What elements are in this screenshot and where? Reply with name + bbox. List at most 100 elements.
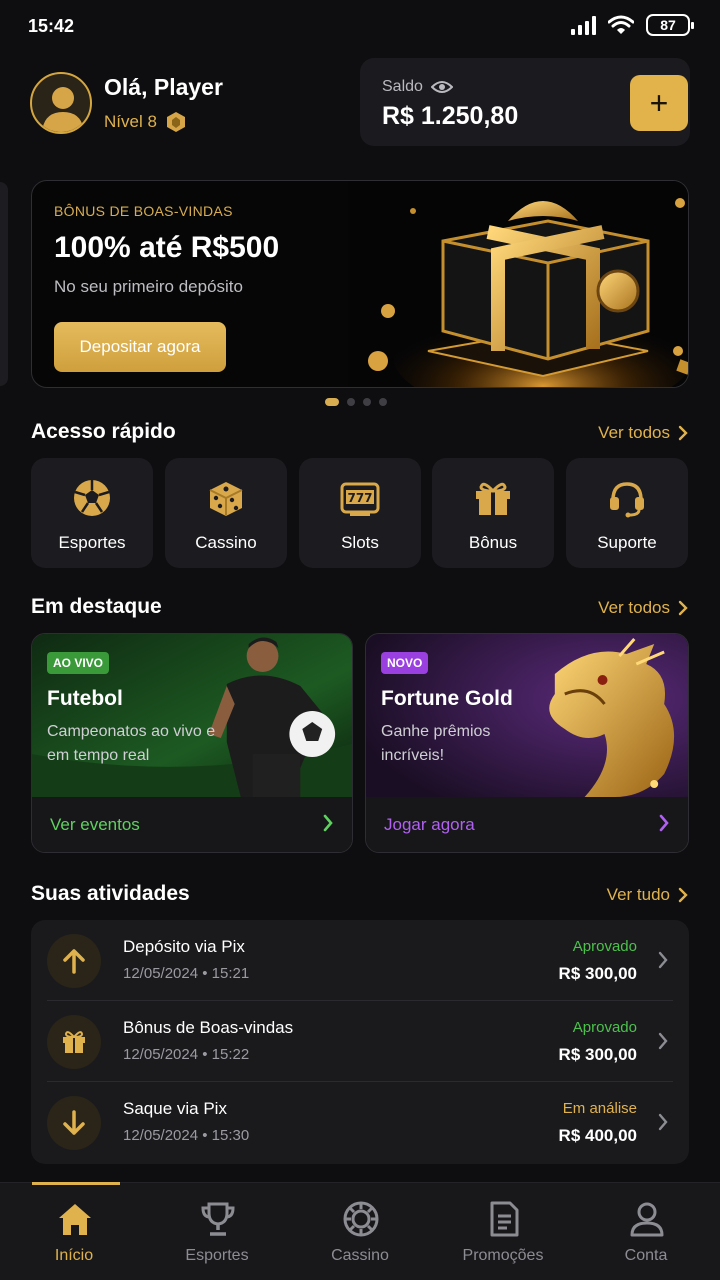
- activity-datetime: 12/05/2024 • 15:30: [123, 1127, 250, 1144]
- battery-level: 87: [660, 17, 676, 33]
- quick-item-label: Esportes: [58, 533, 126, 552]
- previous-slide-peek[interactable]: [0, 182, 8, 386]
- tab-label: Conta: [624, 1247, 668, 1264]
- see-all-label: Ver todos: [598, 423, 670, 442]
- activity-row[interactable]: Saque via Pix 12/05/2024 • 15:30 Em anál…: [31, 1082, 689, 1163]
- level-badge-icon: [166, 112, 185, 132]
- carousel-dot[interactable]: [363, 398, 371, 406]
- activity-icon: [47, 934, 101, 988]
- card-title: Fortune Gold: [381, 687, 513, 710]
- tab-label: Promoções: [462, 1247, 544, 1264]
- status-badge: Aprovado: [572, 1019, 637, 1036]
- chevron-right-icon: [658, 951, 668, 969]
- activity-row[interactable]: Bônus de Boas-vindas 12/05/2024 • 15:22 …: [31, 1001, 689, 1082]
- quick-item-label: Bônus: [468, 533, 518, 552]
- featured-see-all[interactable]: Ver todos: [598, 598, 688, 618]
- eye-icon[interactable]: [430, 80, 453, 94]
- quick-item-label: Slots: [341, 533, 379, 552]
- carousel-dot[interactable]: [379, 398, 387, 406]
- carousel-dot[interactable]: [325, 398, 339, 406]
- greeting: Olá, Player: [104, 74, 223, 100]
- activity-date: 12/05/2024: [123, 965, 199, 982]
- quick-item-bonus[interactable]: Bônus: [432, 458, 554, 568]
- status-icons: 87: [571, 14, 694, 36]
- chevron-right-icon: [659, 814, 669, 832]
- trophy-icon: [201, 1202, 235, 1236]
- activity-amount: R$ 300,00: [558, 964, 637, 983]
- activity-date: 12/05/2024: [123, 1046, 199, 1063]
- balance-value: R$ 1.250,80: [382, 102, 519, 130]
- banner-title: 100% até R$500: [54, 231, 280, 264]
- gift-icon: [63, 1031, 85, 1053]
- chevron-right-icon: [678, 887, 688, 903]
- tab-conta[interactable]: Conta: [574, 1183, 718, 1280]
- activity-time: 15:22: [211, 1046, 250, 1063]
- quick-item-slots[interactable]: 777 Slots: [299, 458, 421, 568]
- activity-icon: [47, 1015, 101, 1069]
- tab-cassino[interactable]: Cassino: [288, 1183, 432, 1280]
- quick-access-title: Acesso rápido: [31, 420, 176, 443]
- balance-label: Saldo: [382, 78, 423, 95]
- quick-access-see-all[interactable]: Ver todos: [598, 423, 688, 443]
- headset-icon: [610, 482, 644, 518]
- gift-box-illustration: [348, 181, 688, 387]
- quick-item-esportes[interactable]: Esportes: [31, 458, 153, 568]
- activity-datetime: 12/05/2024 • 15:21: [123, 965, 250, 982]
- play-now-link[interactable]: Jogar agora: [384, 815, 475, 835]
- tab-promocoes[interactable]: Promoções: [431, 1183, 575, 1280]
- tab-esportes[interactable]: Esportes: [145, 1183, 289, 1280]
- status-badge: Aprovado: [572, 938, 637, 955]
- see-all-label: Ver tudo: [606, 885, 670, 904]
- activity-title: Depósito via Pix: [123, 937, 245, 956]
- cellular-signal-icon: [571, 15, 596, 35]
- balance-card: Saldo R$ 1.250,80 +: [360, 58, 690, 146]
- card-description: Ganhe prêmios incríveis!: [381, 723, 491, 764]
- add-funds-button[interactable]: +: [630, 75, 688, 131]
- activity-time: 15:30: [211, 1127, 250, 1144]
- active-tab-indicator: [32, 1182, 120, 1185]
- card-description: Campeonatos ao vivo e em tempo real: [47, 723, 216, 764]
- activity-icon: [47, 1096, 101, 1150]
- activity-amount: R$ 300,00: [558, 1045, 637, 1064]
- battery-icon: 87: [646, 14, 694, 36]
- activities-title: Suas atividades: [31, 882, 190, 905]
- see-events-link[interactable]: Ver eventos: [50, 815, 140, 835]
- quick-item-suporte[interactable]: Suporte: [566, 458, 688, 568]
- featured-card-fortune-gold[interactable]: NOVO Fortune Gold Ganhe prêmios incrívei…: [365, 633, 689, 853]
- activity-title: Saque via Pix: [123, 1099, 227, 1118]
- tab-inicio[interactable]: Início: [2, 1182, 146, 1280]
- activity-row[interactable]: Depósito via Pix 12/05/2024 • 15:21 Apro…: [31, 920, 689, 1001]
- deposit-now-button[interactable]: Depositar agora: [54, 322, 226, 372]
- soccer-ball-icon: [74, 480, 110, 516]
- card-footer[interactable]: Ver eventos: [32, 797, 352, 852]
- featured-card-futebol[interactable]: AO VIVO Futebol Campeonatos ao vivo e em…: [31, 633, 353, 853]
- quick-item-cassino[interactable]: Cassino: [165, 458, 287, 568]
- activities-see-all[interactable]: Ver tudo: [607, 885, 688, 905]
- activity-time: 15:21: [211, 965, 250, 982]
- chevron-right-icon: [658, 1032, 668, 1050]
- svg-text:777: 777: [347, 491, 372, 505]
- avatar[interactable]: [30, 72, 92, 134]
- activity-amount: R$ 400,00: [558, 1126, 637, 1145]
- chevron-right-icon: [323, 814, 333, 832]
- quick-item-label: Cassino: [195, 533, 257, 552]
- gift-icon: [476, 482, 510, 515]
- card-title: Futebol: [47, 687, 123, 710]
- promo-document-icon: [490, 1201, 519, 1237]
- quick-item-label: Suporte: [597, 533, 657, 552]
- status-bar: 15:42 87: [0, 0, 720, 52]
- slot-machine-icon: 777: [340, 482, 380, 516]
- activity-list: Depósito via Pix 12/05/2024 • 15:21 Apro…: [31, 920, 689, 1164]
- chevron-right-icon: [678, 600, 688, 616]
- live-badge: AO VIVO: [47, 652, 110, 674]
- activity-datetime: 12/05/2024 • 15:22: [123, 1046, 250, 1063]
- status-badge: Em análise: [562, 1100, 637, 1117]
- welcome-bonus-banner[interactable]: BÔNUS DE BOAS-VINDAS 100% até R$500 No s…: [31, 180, 689, 388]
- carousel-indicator[interactable]: [325, 398, 387, 406]
- card-footer[interactable]: Jogar agora: [366, 797, 688, 852]
- carousel-dot[interactable]: [347, 398, 355, 406]
- arrow-down-icon: [63, 1110, 85, 1135]
- banner-subtitle: No seu primeiro depósito: [54, 277, 243, 296]
- see-all-label: Ver todos: [598, 598, 670, 617]
- user-level: Nível 8: [104, 111, 187, 133]
